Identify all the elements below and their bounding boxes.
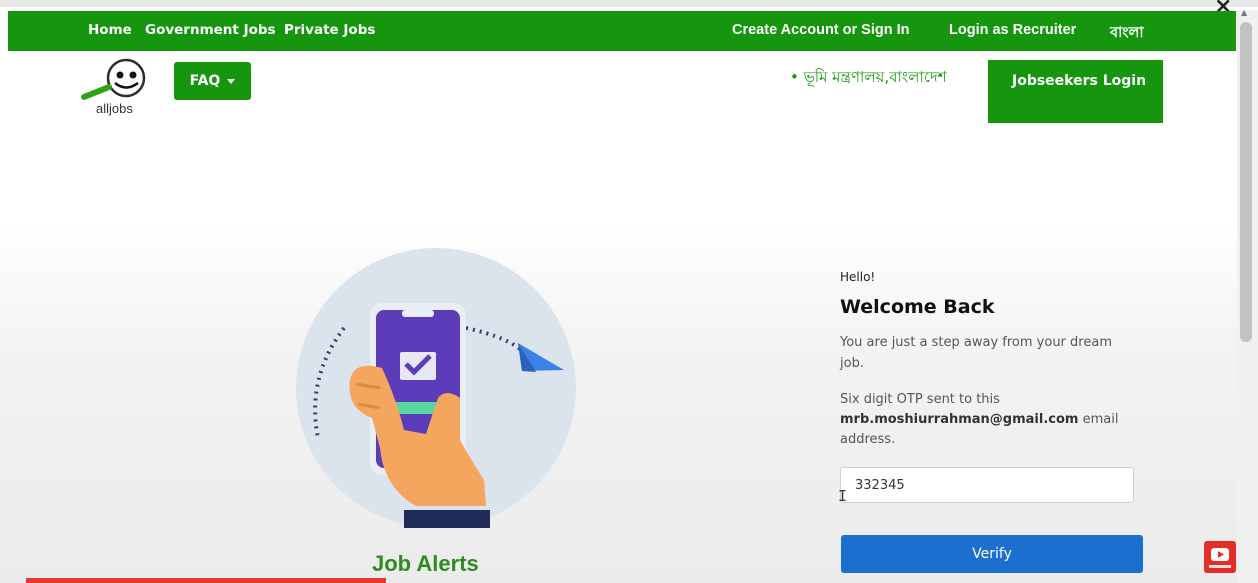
- news-marquee[interactable]: • ভূমি মন্ত্রণালয়,বাংলাদেশ: [790, 66, 947, 91]
- otp-info-text: Six digit OTP sent to this mrb.moshiurra…: [840, 390, 1135, 450]
- logo-mark: alljobs: [81, 58, 146, 116]
- welcome-title: Welcome Back: [840, 296, 995, 318]
- nav-private-jobs-link[interactable]: Private Jobs: [284, 22, 375, 38]
- nav-government-jobs-link[interactable]: Government Jobs: [145, 22, 276, 38]
- youtube-play-icon: [1209, 548, 1231, 568]
- scrollbar-thumb[interactable]: [1240, 22, 1252, 342]
- verify-button[interactable]: Verify: [841, 535, 1143, 573]
- otp-input[interactable]: [840, 467, 1134, 503]
- browser-top-strip: [0, 0, 1258, 7]
- text-cursor-icon: I: [838, 487, 848, 505]
- youtube-subscribe-icon[interactable]: [1204, 541, 1236, 573]
- nav-language-link[interactable]: বাংলা: [1110, 22, 1144, 46]
- nav-create-account-link[interactable]: Create Account or Sign In: [732, 22, 910, 38]
- greeting-text: Hello!: [840, 270, 876, 284]
- phone-envelope-illustration: [296, 248, 576, 528]
- faq-dropdown-button[interactable]: FAQ: [174, 62, 251, 100]
- otp-info-prefix: Six digit OTP sent to this: [840, 392, 1000, 407]
- logo-text: alljobs: [96, 101, 133, 116]
- otp-email: mrb.moshiurrahman@gmail.com: [840, 412, 1079, 427]
- scroll-up-icon[interactable]: ▲: [1241, 8, 1247, 17]
- video-progress-bar[interactable]: [26, 578, 386, 583]
- jobseekers-login-button[interactable]: Jobseekers Login: [988, 60, 1163, 123]
- faq-label: FAQ: [189, 73, 221, 89]
- site-logo[interactable]: alljobs: [78, 55, 164, 117]
- nav-login-recruiter-link[interactable]: Login as Recruiter: [949, 22, 1076, 38]
- caret-down-icon: [227, 78, 236, 84]
- job-alerts-caption: Job Alerts: [372, 551, 479, 576]
- nav-home-link[interactable]: Home: [88, 22, 132, 38]
- welcome-description: You are just a step away from your dream…: [840, 335, 1112, 371]
- top-navbar: Home Government Jobs Private Jobs Create…: [8, 11, 1236, 51]
